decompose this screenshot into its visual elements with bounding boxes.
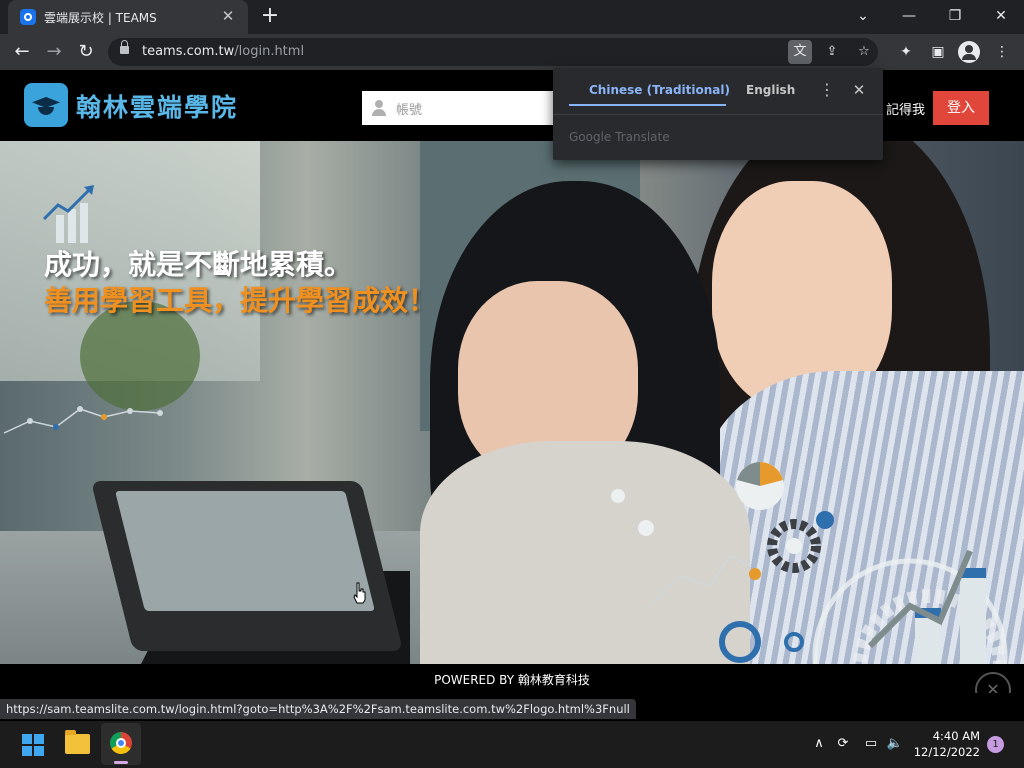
translate-close-icon[interactable]: ✕: [849, 80, 869, 100]
browser-tab[interactable]: 雲端展示校 | TEAMS ✕: [8, 0, 248, 34]
back-button[interactable]: ←: [10, 40, 34, 64]
google-translate-brand: Google Translate: [569, 130, 670, 144]
graduation-cap-logo-icon: [24, 83, 68, 127]
tab-title: 雲端展示校 | TEAMS: [44, 11, 157, 25]
active-tab-indicator: [569, 104, 726, 106]
tab-search-icon[interactable]: ⌄: [848, 3, 878, 29]
url-path: /login.html: [234, 44, 305, 59]
tablet-screen: [115, 491, 375, 611]
forward-button[interactable]: →: [42, 40, 66, 64]
translate-popup: Chinese (Traditional) English ⋮ ✕ Google…: [553, 68, 883, 160]
hero-headline-secondary: 善用學習工具，提升學習成效！: [44, 284, 437, 317]
translate-target-language-tab[interactable]: English: [746, 83, 795, 97]
profile-avatar-icon[interactable]: [958, 41, 980, 63]
taskbar: ∧ ⟳ ▭ 🔈 4:40 AM 12/12/2022 1: [0, 721, 1024, 768]
extensions-icon[interactable]: ✦: [894, 40, 918, 64]
windows-start-icon[interactable]: [22, 734, 44, 756]
hero-banner-image: 成功，就是不斷地累積。 善用學習工具，提升學習成效！: [0, 141, 1024, 664]
hand-cursor-icon: [353, 582, 366, 604]
active-app-indicator: [114, 761, 128, 764]
tab-close-icon[interactable]: ✕: [218, 6, 238, 26]
data-line-decoration: [3, 406, 163, 434]
clock-date[interactable]: 12/12/2022: [906, 745, 980, 759]
clock-time[interactable]: 4:40 AM: [920, 729, 980, 743]
address-bar[interactable]: teams.com.tw/login.html 文 ⇪ ☆: [108, 38, 878, 66]
account-placeholder: 帳號: [396, 103, 423, 118]
volume-icon[interactable]: 🔈: [886, 735, 904, 753]
restore-button[interactable]: ❐: [940, 3, 970, 29]
remember-me-label[interactable]: 記得我: [886, 99, 925, 118]
login-button[interactable]: 登入: [933, 91, 989, 125]
chrome-menu-icon[interactable]: ⋮: [990, 40, 1014, 64]
reload-button[interactable]: ↻: [74, 40, 98, 64]
close-window-button[interactable]: ✕: [986, 3, 1016, 29]
url-text[interactable]: teams.com.tw/login.html: [142, 44, 304, 59]
chrome-icon: [110, 732, 132, 754]
translate-icon[interactable]: 文: [788, 40, 812, 64]
browser-toolbar: ← → ↻ teams.com.tw/login.html 文 ⇪ ☆ ✦ ▣ …: [0, 34, 1024, 70]
file-explorer-icon[interactable]: [65, 730, 90, 754]
side-panel-icon[interactable]: ▣: [926, 40, 950, 64]
sync-icon[interactable]: ⟳: [834, 735, 852, 753]
site-logo-text: 翰林雲端學院: [76, 93, 239, 122]
powered-by-text: POWERED BY 翰林教育科技: [434, 673, 590, 687]
infographic-decoration: [611, 462, 1008, 664]
new-tab-button[interactable]: +: [258, 4, 282, 28]
user-icon: [372, 100, 386, 116]
hero-headline-primary: 成功，就是不斷地累積。: [44, 248, 353, 281]
translate-source-language-tab[interactable]: Chinese (Traditional): [589, 83, 730, 97]
tab-strip: 雲端展示校 | TEAMS ✕ + ⌄ — ❐ ✕: [0, 0, 1024, 34]
site-footer: POWERED BY 翰林教育科技: [0, 664, 1024, 693]
web-page: 翰林雲端學院 帳號 記得我 登入 成功，就是不斷地累積。 善用學習工具，提升學習…: [0, 70, 1024, 693]
notification-badge[interactable]: 1: [987, 736, 1004, 753]
link-status-bar: https://sam.teamslite.com.tw/login.html?…: [0, 699, 636, 719]
bookmark-star-icon[interactable]: ☆: [852, 40, 876, 64]
translate-divider: [553, 114, 883, 115]
account-input[interactable]: 帳號: [362, 91, 554, 125]
chrome-taskbar-button[interactable]: [101, 723, 141, 765]
cap-base: [38, 107, 54, 115]
network-icon[interactable]: ▭: [862, 735, 880, 753]
site-favicon-icon: [20, 9, 36, 25]
tray-chevron-icon[interactable]: ∧: [810, 735, 828, 753]
lock-icon[interactable]: [120, 40, 129, 54]
share-icon[interactable]: ⇪: [820, 40, 844, 64]
minimize-button[interactable]: —: [894, 3, 924, 29]
growth-chart-icon: [42, 185, 94, 243]
url-host: teams.com.tw: [142, 44, 235, 59]
translate-options-icon[interactable]: ⋮: [819, 80, 835, 100]
